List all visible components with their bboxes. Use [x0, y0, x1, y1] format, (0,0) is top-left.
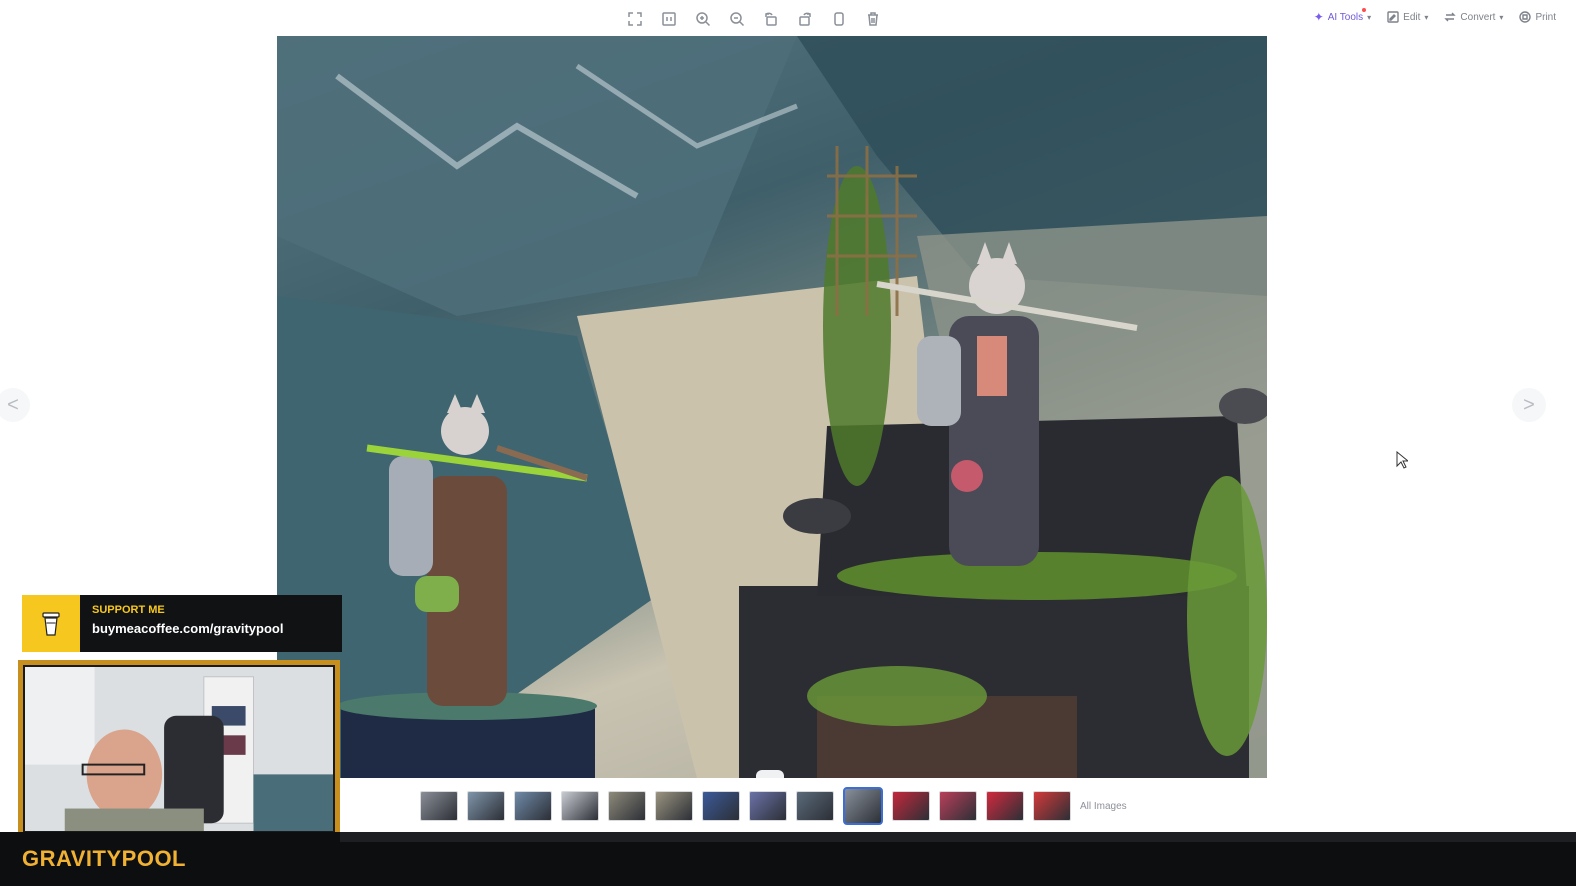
zoom-out-button[interactable] — [724, 8, 750, 30]
thumbnail-14[interactable] — [1033, 791, 1071, 821]
right-toolbar: ✦ AI Tools ▾ Edit ▾ Convert ▾ Print — [1313, 8, 1556, 24]
taskbar-strip — [340, 832, 1576, 842]
stream-bottom-bar — [0, 832, 1576, 886]
zoom-in-button[interactable] — [690, 8, 716, 30]
ai-tools-menu[interactable]: ✦ AI Tools ▾ — [1313, 8, 1372, 24]
thumbnail-9[interactable] — [796, 791, 834, 821]
rotate-right-button[interactable] — [792, 8, 818, 30]
streamer-name: GRAVITYPOOL — [22, 846, 186, 871]
thumbnail-8[interactable] — [749, 791, 787, 821]
thumbnail-strip — [420, 786, 1071, 826]
webcam-scene — [25, 667, 333, 831]
copy-button[interactable] — [826, 8, 852, 30]
thumbnail-11[interactable] — [892, 791, 930, 821]
chevron-right-icon: > — [1523, 393, 1535, 416]
chevron-left-icon: < — [7, 393, 19, 416]
rotate-left-button[interactable] — [758, 8, 784, 30]
ai-tools-label: AI Tools — [1327, 11, 1364, 23]
edit-label: Edit — [1403, 11, 1421, 23]
support-url: buymeacoffee.com/gravitypool — [92, 621, 284, 636]
thumbnail-10[interactable] — [843, 787, 883, 825]
previous-image-button[interactable]: < — [0, 388, 30, 422]
print-button[interactable]: Print — [1519, 11, 1556, 23]
support-label: SUPPORT ME — [92, 604, 165, 616]
webcam-overlay — [18, 660, 340, 838]
caret-down-icon: ▾ — [1499, 12, 1504, 22]
support-banner: SUPPORT ME buymeacoffee.com/gravitypool — [22, 595, 342, 652]
thumbnail-6[interactable] — [655, 791, 693, 821]
print-label: Print — [1535, 11, 1556, 23]
convert-menu[interactable]: Convert ▾ — [1444, 11, 1503, 23]
mouse-cursor-icon — [1396, 451, 1408, 469]
fit-screen-icon — [628, 12, 642, 26]
sparkle-icon: ✦ — [1313, 10, 1324, 24]
copy-icon — [834, 12, 844, 26]
thumbnail-12[interactable] — [939, 791, 977, 821]
viewer-toolbar: ✦ AI Tools ▾ Edit ▾ Convert ▾ Print — [0, 0, 1576, 36]
thumbnail-4[interactable] — [561, 791, 599, 821]
rotate-right-icon — [799, 12, 811, 26]
thumbnail-collapse-handle[interactable] — [756, 770, 784, 778]
convert-label: Convert — [1460, 11, 1496, 23]
thumbnail-1[interactable] — [420, 791, 458, 821]
actual-size-button[interactable] — [656, 8, 682, 30]
thumbnail-3[interactable] — [514, 791, 552, 821]
fit-screen-button[interactable] — [622, 8, 648, 30]
thumbnail-2[interactable] — [467, 791, 505, 821]
delete-button[interactable] — [860, 8, 886, 30]
rotate-left-icon — [765, 12, 777, 26]
next-image-button[interactable]: > — [1512, 388, 1546, 422]
main-image-view[interactable] — [277, 36, 1267, 778]
coffee-cup-icon-box — [22, 595, 80, 652]
print-icon — [1519, 11, 1532, 23]
zoom-out-icon — [730, 12, 745, 27]
thumbnail-13[interactable] — [986, 791, 1024, 821]
actual-size-icon — [662, 12, 676, 26]
thumbnail-5[interactable] — [608, 791, 646, 821]
caret-down-icon: ▾ — [1424, 12, 1429, 22]
caret-down-icon: ▾ — [1367, 12, 1372, 22]
convert-icon — [1444, 12, 1457, 22]
all-images-link[interactable]: All Images — [1080, 801, 1127, 812]
zoom-in-icon — [696, 12, 711, 27]
webcam-feed — [23, 665, 335, 833]
image-tools — [622, 8, 886, 30]
notification-dot — [1361, 8, 1366, 12]
edit-icon — [1387, 11, 1399, 23]
thumbnail-7[interactable] — [702, 791, 740, 821]
edit-menu[interactable]: Edit ▾ — [1387, 11, 1428, 23]
miniature-photo — [277, 36, 1267, 778]
coffee-cup-icon — [42, 611, 60, 636]
delete-icon — [868, 12, 878, 26]
